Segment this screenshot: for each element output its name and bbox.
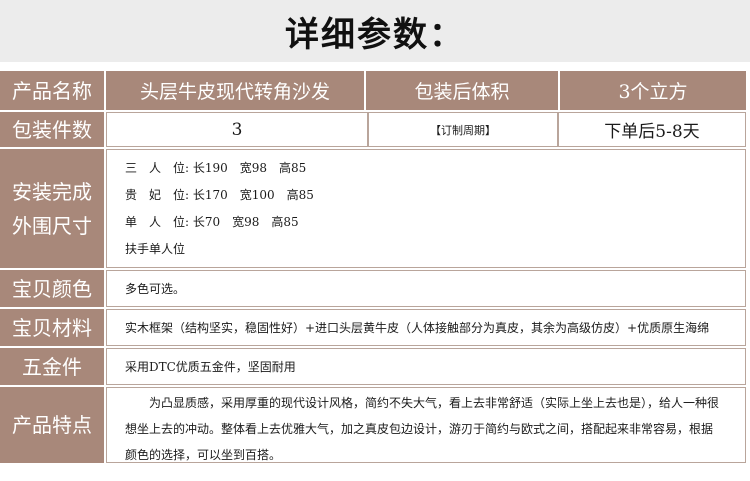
package-volume-value: 3个立方	[560, 71, 746, 110]
product-name-value: 头层牛皮现代转角沙发	[106, 71, 364, 110]
material-value: 实木框架（结构坚实，稳固性好）+进口头层黄牛皮（人体接触部分为真皮，其余为高级仿…	[106, 309, 746, 346]
package-count-value: 3	[106, 112, 368, 147]
install-dimensions-value: 三 人 位: 长190 宽98 高85 贵 妃 位: 长170 宽100 高85…	[106, 149, 746, 268]
hardware-value: 采用DTC优质五金件，坚固耐用	[106, 348, 746, 385]
features-text: 为凸显质感，采用厚重的现代设计风格，简约不失大气，看上去非常舒适（实际上坐上去也…	[125, 396, 720, 462]
label-install-dimensions: 安装完成 外围尺寸	[0, 149, 104, 268]
label-order-cycle: 【订制周期】	[368, 112, 558, 147]
label-material: 宝贝材料	[0, 309, 104, 346]
label-product-name: 产品名称	[0, 71, 104, 110]
color-value: 多色可选。	[106, 270, 746, 307]
label-features: 产品特点	[0, 387, 104, 463]
dimension-single-seat: 单 人 位: 长70 宽98 高85	[125, 214, 299, 229]
dimension-three-seat: 三 人 位: 长190 宽98 高85	[125, 160, 307, 175]
label-install-line2: 外围尺寸	[12, 213, 92, 238]
order-cycle-value: 下单后5-8天	[558, 112, 746, 147]
label-install-line1: 安装完成	[12, 179, 92, 204]
label-hardware: 五金件	[0, 348, 104, 385]
dimension-armrest-single: 扶手单人位	[125, 241, 186, 256]
page-header: 详细参数：	[0, 0, 750, 62]
label-package-volume: 包装后体积	[366, 71, 558, 110]
dimension-chaise: 贵 妃 位: 长170 宽100 高85	[125, 187, 314, 202]
features-value: 为凸显质感，采用厚重的现代设计风格，简约不失大气，看上去非常舒适（实际上坐上去也…	[106, 387, 746, 463]
label-package-count: 包装件数	[0, 112, 104, 147]
page-title: 详细参数：	[285, 14, 465, 55]
spec-table: 产品名称 头层牛皮现代转角沙发 包装后体积 3个立方 包装件数 3 【订制周期】…	[0, 69, 746, 463]
label-color: 宝贝颜色	[0, 270, 104, 307]
